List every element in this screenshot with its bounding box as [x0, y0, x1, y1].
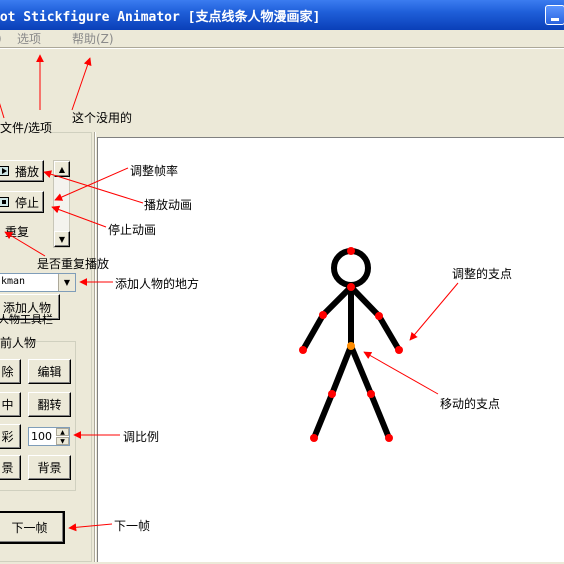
delete-label: 除	[1, 365, 14, 379]
note-adjust-pivot: 调整的支点	[452, 267, 513, 281]
stop-label: 停止	[15, 195, 40, 210]
play-label: 播放	[15, 164, 40, 179]
edit-label: 编辑	[37, 365, 62, 379]
flip-button[interactable]: 翻转	[28, 392, 71, 417]
chevron-down-icon[interactable]: ▼	[58, 274, 75, 291]
spin-down-icon[interactable]: ▼	[56, 437, 69, 445]
next-frame-label: 下一帧	[11, 521, 48, 535]
stop-button[interactable]: 停止	[0, 191, 44, 213]
color-label: 彩	[1, 430, 14, 444]
menu-help[interactable]: 帮助(Z)	[72, 30, 114, 47]
center-label: 中	[1, 398, 14, 412]
menu-separator-highlight	[0, 48, 564, 49]
figure-select[interactable]: kman ▼	[0, 273, 76, 292]
arrow-file	[0, 103, 5, 119]
fps-scrollbar[interactable]: ▲ ▼	[53, 160, 70, 248]
repeat-checkbox[interactable]: 重复	[5, 223, 29, 240]
scale-spinner[interactable]: 100 ▲ ▼	[28, 427, 70, 446]
scroll-up-icon[interactable]: ▲	[54, 161, 70, 177]
delete-button[interactable]: 除	[0, 359, 21, 384]
play-button[interactable]: 播放	[0, 160, 44, 182]
arrow-help	[71, 57, 92, 111]
background-button[interactable]: 背景	[28, 455, 71, 480]
play-icon	[0, 166, 9, 176]
note-stop-animation: 停止动画	[108, 223, 157, 237]
flip-label: 翻转	[37, 398, 62, 412]
note-useless: 这个没用的	[72, 111, 133, 125]
note-scale: 调比例	[123, 430, 160, 444]
next-frame-button[interactable]: 下一帧	[0, 511, 65, 544]
note-play-animation: 播放动画	[144, 198, 193, 212]
window-title: vot Stickfigure Animator [支点线条人物漫画家]	[0, 10, 321, 25]
minimize-icon	[551, 18, 559, 21]
current-figure-group-label: 前人物	[0, 334, 37, 351]
stop-icon	[0, 197, 9, 207]
menu-options[interactable]: 选项	[17, 30, 41, 47]
color-button[interactable]: 彩	[0, 424, 21, 449]
scale-value: 100	[31, 430, 52, 443]
foreground-label: 景	[1, 461, 14, 475]
title-bar: vot Stickfigure Animator [支点线条人物漫画家]	[0, 0, 564, 30]
figure-select-value: kman	[1, 276, 26, 287]
note-move-pivot: 移动的支点	[440, 397, 501, 411]
note-add-figure-place: 添加人物的地方	[115, 277, 200, 291]
scroll-down-icon[interactable]: ▼	[54, 231, 70, 247]
note-repeat: 是否重复播放	[37, 257, 110, 271]
foreground-button[interactable]: 景	[0, 455, 21, 480]
minimize-button[interactable]	[545, 5, 564, 25]
panel-divider-highlight	[95, 132, 96, 562]
figure-toolbar-label: 人物工具栏	[0, 313, 53, 326]
note-file-options: 文件/选项	[0, 119, 53, 136]
edit-button[interactable]: 编辑	[28, 359, 71, 384]
center-button[interactable]: 中	[0, 392, 21, 417]
note-next-frame: 下一帧	[114, 519, 151, 533]
menu-bar: ） 选项 帮助(Z)	[0, 30, 564, 46]
note-adjust-fps: 调整帧率	[130, 164, 179, 178]
spin-up-icon[interactable]: ▲	[56, 428, 69, 436]
menu-file[interactable]: ）	[0, 30, 9, 47]
background-label: 背景	[37, 461, 62, 475]
